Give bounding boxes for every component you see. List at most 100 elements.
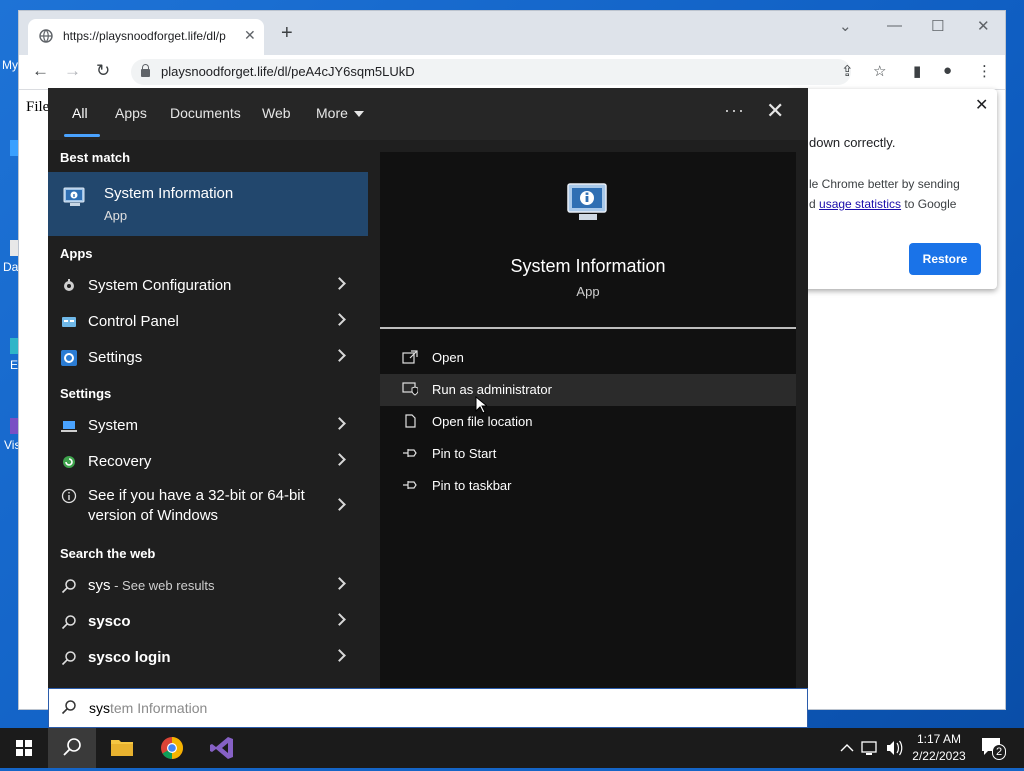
desktop-icon-da[interactable]: Da — [0, 240, 20, 274]
desktop-icon-1[interactable] — [0, 140, 20, 160]
desktop-icon-my[interactable]: My — [0, 58, 20, 72]
window-close-icon[interactable]: ✕ — [977, 17, 990, 35]
chevron-down-icon — [353, 111, 364, 118]
taskbar-file-explorer[interactable] — [98, 728, 146, 768]
web-result-sysco-login[interactable]: sysco login — [48, 640, 368, 676]
globe-icon — [39, 29, 53, 43]
action-pin-to-taskbar[interactable]: Pin to taskbar — [380, 470, 796, 502]
bookmark-star-icon[interactable]: ☆ — [873, 62, 886, 80]
web-result-sysco[interactable]: sysco — [48, 604, 368, 640]
start-search-panel: All Apps Documents Web More ··· ✕ Best m… — [48, 88, 808, 688]
dialog-message: down correctly. — [809, 135, 896, 150]
system-information-icon — [567, 183, 607, 220]
new-tab-icon[interactable]: + — [281, 23, 293, 43]
tab-close-icon[interactable]: ✕ — [244, 27, 256, 44]
action-pin-to-start[interactable]: Pin to Start — [380, 438, 796, 470]
more-options-icon[interactable]: ··· — [724, 100, 745, 121]
result-system[interactable]: System — [48, 408, 368, 444]
search-icon — [61, 579, 76, 594]
chevron-right-icon[interactable] — [335, 275, 345, 291]
laptop-icon — [61, 421, 77, 432]
chevron-right-icon[interactable] — [335, 647, 345, 663]
notification-count: 2 — [992, 744, 1006, 760]
maximize-icon[interactable]: ☐ — [931, 17, 944, 35]
address-url: playsnoodforget.life/dl/peA4cJY6sqm5LUkD — [161, 64, 415, 79]
notification-center-icon[interactable]: 2 — [980, 736, 1006, 760]
start-button[interactable] — [0, 728, 48, 768]
tab-more[interactable]: More — [316, 105, 364, 121]
best-match-item[interactable]: System Information App — [48, 172, 368, 236]
chevron-right-icon[interactable] — [335, 311, 345, 327]
restore-button[interactable]: Restore — [909, 243, 981, 275]
search-icon — [61, 700, 76, 715]
result-32-64-bit[interactable]: See if you have a 32-bit or 64-bit versi… — [48, 480, 368, 532]
reload-icon[interactable]: ↻ — [96, 61, 110, 81]
taskbar-visual-studio[interactable] — [198, 728, 246, 768]
result-settings[interactable]: Settings — [48, 340, 368, 376]
chevron-right-icon[interactable] — [335, 347, 345, 363]
chevron-right-icon[interactable] — [335, 575, 345, 591]
search-icon — [61, 651, 76, 666]
taskbar-clock[interactable]: 1:17 AM 2/22/2023 — [908, 731, 970, 765]
result-label: Recovery — [88, 453, 152, 470]
tab-apps[interactable]: Apps — [115, 105, 147, 121]
menu-kebab-icon[interactable]: ⋮ — [977, 62, 992, 80]
tab-web[interactable]: Web — [262, 105, 291, 121]
info-icon — [61, 488, 77, 504]
result-control-panel[interactable]: Control Panel — [48, 304, 368, 340]
tab-search-icon[interactable]: ⌄ — [839, 17, 852, 35]
tab-title: https://playsnoodforget.life/dl/p — [63, 29, 226, 43]
search-close-icon[interactable]: ✕ — [766, 100, 784, 122]
gear-icon — [61, 350, 77, 366]
side-panel-icon[interactable]: ▮ — [913, 62, 921, 80]
minimize-icon[interactable]: — — [887, 17, 902, 34]
web-result-sys[interactable]: sys - See web results — [48, 568, 368, 604]
back-icon[interactable]: ← — [32, 61, 49, 81]
search-icon — [61, 615, 76, 630]
preview-type: App — [576, 284, 600, 299]
volume-icon[interactable] — [884, 728, 904, 768]
result-system-configuration[interactable]: System Configuration — [48, 268, 368, 304]
desktop-icon-vis[interactable]: Vis — [0, 418, 20, 452]
chevron-right-icon[interactable] — [335, 611, 345, 627]
usage-statistics-link[interactable]: usage statistics — [819, 197, 901, 211]
tab-all[interactable]: All — [72, 105, 88, 121]
result-label: System Configuration — [88, 277, 232, 294]
taskbar-search-button[interactable] — [48, 728, 96, 768]
share-icon[interactable]: ⇪ — [841, 62, 854, 80]
result-label: sysco login — [88, 649, 171, 666]
web-suffix: - See web results — [110, 578, 215, 593]
tab-strip: https://playsnoodforget.life/dl/p ✕ + ⌄ … — [19, 11, 1005, 55]
dialog-usage-text: le Chrome better by sending — [809, 177, 960, 191]
desktop-label: E — [10, 358, 19, 372]
result-recovery[interactable]: Recovery — [48, 444, 368, 480]
desktop-label: Da — [3, 260, 19, 274]
search-input[interactable]: system Information — [48, 688, 808, 728]
action-open[interactable]: Open — [380, 342, 796, 374]
chevron-right-icon[interactable] — [335, 496, 345, 512]
action-open-file-location[interactable]: Open file location — [380, 406, 796, 438]
network-icon[interactable] — [860, 728, 880, 768]
result-label: Settings — [88, 349, 143, 366]
page-content-text: File — [26, 99, 50, 115]
active-tab-indicator — [64, 134, 100, 137]
lock-icon — [141, 64, 150, 77]
browser-tab[interactable]: https://playsnoodforget.life/dl/p ✕ — [28, 19, 264, 55]
forward-icon[interactable]: → — [64, 61, 81, 81]
dialog-usage-text-2: d usage statistics to Google — [809, 197, 956, 211]
settings-header: Settings — [60, 386, 112, 401]
best-match-name: System Information — [104, 185, 234, 202]
chevron-up-icon[interactable] — [838, 728, 856, 768]
desktop-icon-e[interactable]: E — [0, 338, 20, 372]
chevron-right-icon[interactable] — [335, 415, 345, 431]
dialog-close-icon[interactable]: ✕ — [975, 95, 988, 115]
action-label: Pin to Start — [432, 446, 497, 461]
tab-documents[interactable]: Documents — [170, 105, 241, 121]
profile-icon[interactable]: ● — [943, 62, 952, 79]
taskbar-chrome[interactable] — [148, 728, 196, 768]
action-run-as-administrator[interactable]: Run as administrator — [380, 374, 796, 406]
address-bar[interactable]: playsnoodforget.life/dl/peA4cJY6sqm5LUkD — [131, 59, 851, 85]
chevron-right-icon[interactable] — [335, 451, 345, 467]
search-filter-tabs: All Apps Documents Web More ··· ✕ — [48, 88, 808, 140]
text: to Google — [901, 197, 957, 211]
